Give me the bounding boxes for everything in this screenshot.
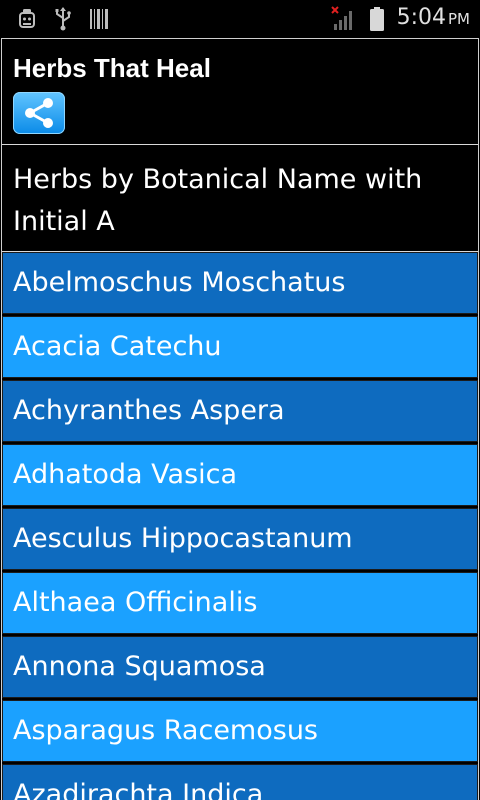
list-item[interactable]: Azadirachta Indica xyxy=(2,764,478,800)
list-item-label: Azadirachta Indica xyxy=(13,779,264,800)
app-header: Herbs That Heal xyxy=(2,39,478,145)
section-heading: Herbs by Botanical Name with Initial A xyxy=(13,164,423,237)
list-item[interactable]: Asparagus Racemosus xyxy=(2,700,478,762)
herb-list: Abelmoschus Moschatus Acacia Catechu Ach… xyxy=(2,252,478,800)
list-item[interactable]: Abelmoschus Moschatus xyxy=(2,252,478,314)
android-debug-icon xyxy=(19,9,35,28)
list-item-label: Achyranthes Aspera xyxy=(13,395,285,426)
list-item[interactable]: Adhatoda Vasica xyxy=(2,444,478,506)
list-item-label: Adhatoda Vasica xyxy=(13,459,238,490)
list-item-label: Abelmoschus Moschatus xyxy=(13,267,346,298)
no-signal-icon xyxy=(331,6,352,30)
usb-icon xyxy=(55,7,71,31)
app-title: Herbs That Heal xyxy=(13,53,211,83)
barcode-icon xyxy=(90,9,108,29)
list-item-label: Acacia Catechu xyxy=(13,331,222,362)
status-clock: 5:04 PM xyxy=(396,5,470,30)
list-item-label: Althaea Officinalis xyxy=(13,587,258,618)
list-item[interactable]: Aesculus Hippocastanum xyxy=(2,508,478,570)
share-icon xyxy=(25,98,53,128)
battery-icon xyxy=(370,7,384,31)
share-button[interactable] xyxy=(13,92,65,134)
section-header: Herbs by Botanical Name with Initial A xyxy=(2,145,478,252)
list-item-label: Asparagus Racemosus xyxy=(13,715,319,746)
list-item-label: Annona Squamosa xyxy=(13,651,266,682)
list-item[interactable]: Althaea Officinalis xyxy=(2,572,478,634)
app-window: Herbs That Heal Herbs by Botanical Name … xyxy=(1,38,479,800)
list-item[interactable]: Annona Squamosa xyxy=(2,636,478,698)
status-bar: 5:04 PM xyxy=(0,0,480,38)
list-item[interactable]: Acacia Catechu xyxy=(2,316,478,378)
list-item-label: Aesculus Hippocastanum xyxy=(13,523,353,554)
list-item[interactable]: Achyranthes Aspera xyxy=(2,380,478,442)
